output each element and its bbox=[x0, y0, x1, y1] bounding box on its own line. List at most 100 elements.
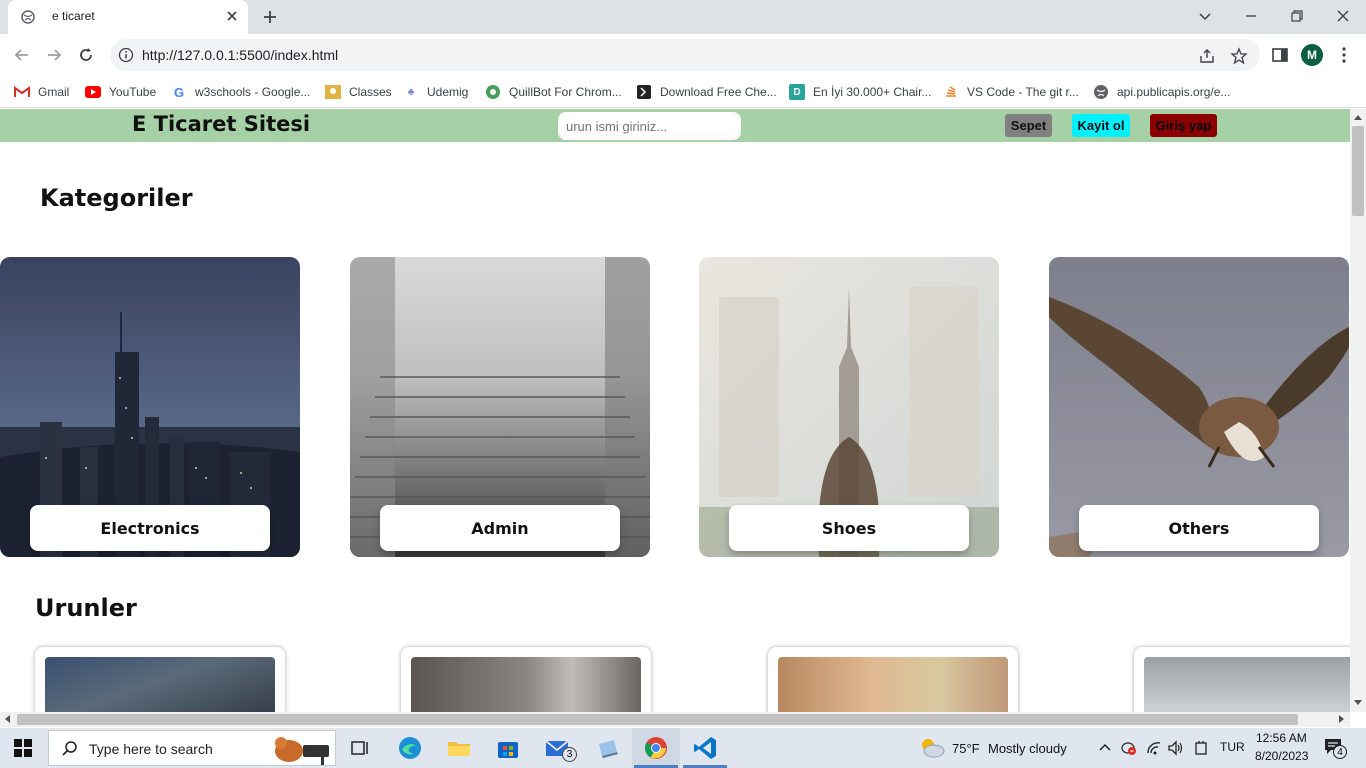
file-explorer-icon[interactable] bbox=[445, 734, 473, 762]
scroll-left-arrow-icon[interactable] bbox=[5, 715, 10, 723]
category-card-shoes[interactable]: Shoes bbox=[699, 257, 999, 557]
google-icon: G bbox=[173, 84, 185, 100]
stackoverflow-icon bbox=[943, 84, 959, 100]
tab-search-chevron-icon[interactable] bbox=[1195, 6, 1215, 26]
bookmark-classes[interactable]: Classes bbox=[325, 82, 392, 102]
task-view-icon[interactable] bbox=[346, 734, 374, 762]
login-button[interactable]: Giriş yap bbox=[1150, 114, 1217, 137]
category-card-admin[interactable]: Admin bbox=[350, 257, 650, 557]
side-panel-icon[interactable] bbox=[1270, 45, 1290, 65]
bookmark-label: En İyi 30.000+ Chair... bbox=[813, 85, 932, 99]
category-label: Admin bbox=[380, 505, 620, 551]
chrome-icon[interactable] bbox=[642, 734, 670, 762]
udemig-icon: ♣ bbox=[407, 86, 415, 98]
remote-desktop-icon[interactable] bbox=[594, 734, 622, 762]
tab-e-ticaret[interactable]: e ticaret bbox=[8, 0, 248, 34]
bookmark-label: YouTube bbox=[109, 85, 157, 99]
register-button[interactable]: Kayit ol bbox=[1072, 114, 1130, 137]
weather-description[interactable]: Mostly cloudy bbox=[988, 741, 1067, 756]
classes-icon bbox=[325, 84, 341, 100]
windows-start-icon[interactable] bbox=[14, 739, 32, 757]
bookmark-label: QuillBot For Chrom... bbox=[509, 85, 622, 99]
scroll-up-arrow-icon[interactable] bbox=[1354, 115, 1362, 120]
share-icon[interactable] bbox=[1198, 47, 1216, 65]
globe-icon bbox=[21, 10, 35, 24]
category-card-others[interactable]: Others bbox=[1049, 257, 1349, 557]
youtube-icon bbox=[85, 84, 101, 100]
new-tab-icon[interactable] bbox=[261, 8, 279, 26]
quillbot-icon bbox=[485, 84, 501, 100]
restore-icon[interactable] bbox=[1287, 6, 1307, 26]
category-card-electronics[interactable]: Electronics bbox=[0, 257, 300, 557]
clock-date[interactable]: 8/20/2023 bbox=[1255, 749, 1308, 763]
bookmark-download-free[interactable]: Download Free Che... bbox=[636, 82, 777, 102]
horizontal-scrollbar[interactable] bbox=[0, 712, 1350, 727]
close-window-icon[interactable] bbox=[1333, 6, 1353, 26]
back-icon[interactable] bbox=[12, 45, 32, 65]
bookmark-label: Gmail bbox=[38, 85, 70, 99]
vertical-scroll-thumb[interactable] bbox=[1352, 126, 1364, 216]
bookmark-label: api.publicapis.org/e... bbox=[1117, 85, 1231, 99]
product-card[interactable] bbox=[768, 647, 1018, 712]
products-heading: Urunler bbox=[35, 594, 137, 622]
show-hidden-icons-chevron-icon[interactable] bbox=[1096, 739, 1114, 757]
notification-center[interactable]: 4 bbox=[1323, 737, 1349, 761]
microsoft-store-icon[interactable] bbox=[494, 734, 522, 762]
gmail-icon bbox=[14, 84, 30, 100]
profile-avatar[interactable]: M bbox=[1301, 44, 1323, 66]
product-card[interactable] bbox=[35, 647, 285, 712]
mail-badge: 3 bbox=[562, 747, 577, 762]
search-highlight-squirrel-icon bbox=[275, 737, 329, 765]
bookmark-udemig[interactable]: ♣ Udemig bbox=[403, 82, 469, 102]
wifi-icon[interactable] bbox=[1145, 739, 1163, 757]
vscode-icon[interactable] bbox=[691, 734, 719, 762]
category-label: Electronics bbox=[30, 505, 270, 551]
volume-icon[interactable] bbox=[1167, 739, 1185, 757]
windows-taskbar: Type here to search 3 75°F Mostly cloudy… bbox=[0, 728, 1366, 768]
taskbar-search-box[interactable]: Type here to search bbox=[48, 730, 336, 766]
product-card[interactable] bbox=[1134, 647, 1350, 712]
browser-toolbar: http://127.0.0.1:5500/index.html M bbox=[0, 34, 1366, 76]
weather-temperature[interactable]: 75°F bbox=[952, 741, 980, 756]
search-icon bbox=[62, 741, 77, 756]
bookmark-w3schools[interactable]: G w3schools - Google... bbox=[171, 82, 310, 102]
bookmark-publicapis[interactable]: api.publicapis.org/e... bbox=[1093, 82, 1230, 102]
cart-button[interactable]: Sepet bbox=[1005, 114, 1052, 137]
mail-app[interactable]: 3 bbox=[543, 734, 579, 764]
scroll-right-arrow-icon[interactable] bbox=[1339, 715, 1344, 723]
bookmark-label: Classes bbox=[349, 85, 392, 99]
menu-kebab-icon[interactable] bbox=[1334, 45, 1354, 65]
address-bar[interactable]: http://127.0.0.1:5500/index.html bbox=[110, 39, 1260, 71]
product-image-stone-building bbox=[411, 657, 641, 712]
battery-plug-icon[interactable] bbox=[1192, 739, 1210, 757]
reload-icon[interactable] bbox=[76, 45, 96, 65]
forward-icon[interactable] bbox=[44, 45, 64, 65]
bookmark-star-icon[interactable] bbox=[1230, 47, 1248, 65]
bookmark-quillbot[interactable]: QuillBot For Chrom... bbox=[485, 82, 622, 102]
notification-badge: 4 bbox=[1333, 745, 1347, 759]
site-title: E Ticaret Sitesi bbox=[132, 112, 311, 136]
vertical-scrollbar[interactable] bbox=[1350, 109, 1366, 712]
clock-time[interactable]: 12:56 AM bbox=[1256, 731, 1307, 745]
security-alert-icon[interactable] bbox=[1120, 739, 1138, 757]
globe-icon bbox=[1093, 84, 1109, 100]
site-info-icon[interactable] bbox=[118, 47, 134, 63]
product-card[interactable] bbox=[401, 647, 651, 712]
bookmark-label: Udemig bbox=[427, 85, 469, 99]
browser-tab-strip: e ticaret bbox=[0, 0, 1366, 34]
horizontal-scroll-thumb[interactable] bbox=[17, 714, 1298, 725]
product-search-input[interactable] bbox=[558, 112, 741, 140]
language-indicator[interactable]: TUR bbox=[1220, 740, 1245, 754]
minimize-icon[interactable] bbox=[1241, 6, 1261, 26]
bookmark-vscode-git[interactable]: VS Code - The git r... bbox=[943, 82, 1079, 102]
categories-heading: Kategoriler bbox=[40, 184, 193, 212]
bookmark-gmail[interactable]: Gmail bbox=[14, 82, 69, 102]
edge-icon[interactable] bbox=[396, 734, 424, 762]
bookmark-chair[interactable]: D En İyi 30.000+ Chair... bbox=[789, 82, 931, 102]
weather-cloudy-icon[interactable] bbox=[918, 736, 946, 760]
bookmark-label: Download Free Che... bbox=[660, 85, 777, 99]
close-tab-icon[interactable] bbox=[224, 8, 240, 24]
bookmark-youtube[interactable]: YouTube bbox=[85, 82, 156, 102]
scroll-down-arrow-icon[interactable] bbox=[1354, 700, 1362, 705]
download-icon bbox=[636, 84, 652, 100]
